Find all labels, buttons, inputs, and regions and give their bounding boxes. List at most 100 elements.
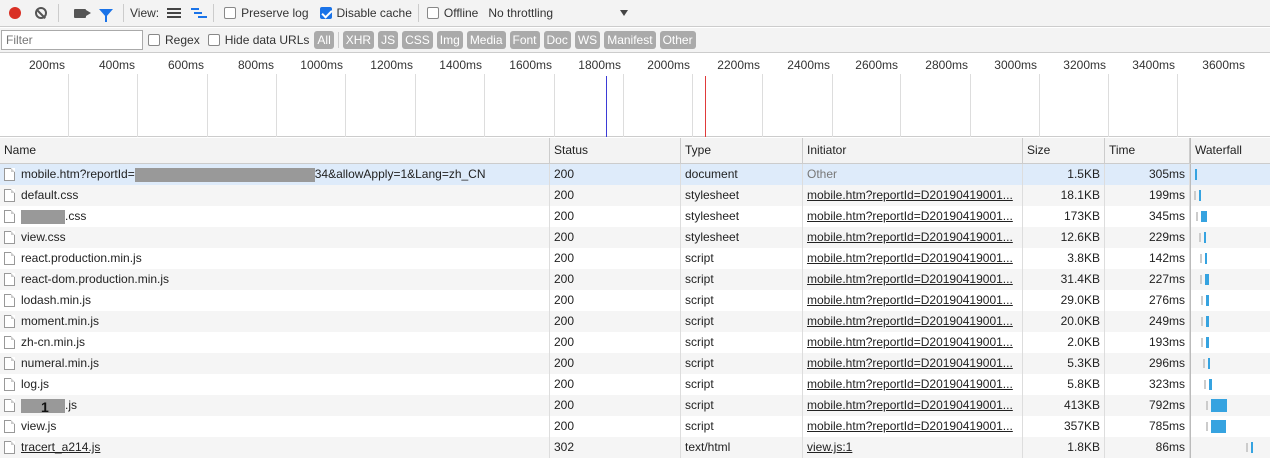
file-icon	[4, 378, 15, 391]
waterfall-bar	[1205, 253, 1207, 264]
screenshot-button[interactable]	[69, 2, 91, 24]
large-rows-icon[interactable]	[167, 8, 182, 18]
table-row[interactable]: zh-cn.min.js 200 script mobile.htm?reportId…	[0, 332, 1270, 353]
preserve-log-box[interactable]	[224, 7, 237, 19]
table-row[interactable]: tracert_a214.js 302 text/html view.js:1 1.8K…	[0, 437, 1270, 458]
filter-toggle-button[interactable]	[95, 2, 117, 24]
cell-initiator[interactable]: mobile.htm?reportId=D20190419001...	[803, 353, 1023, 374]
cell-name[interactable]: 1 .js	[0, 395, 550, 416]
timeline-tick-label: 3000ms	[994, 58, 1037, 72]
regex-box[interactable]	[148, 34, 160, 46]
waterfall-bar	[1208, 358, 1210, 369]
table-row[interactable]: 1 .js 200 script mobile.htm?reportId=D201904…	[0, 395, 1270, 416]
type-filter-other[interactable]: Other	[659, 31, 696, 49]
cell-waterfall[interactable]	[1190, 227, 1270, 248]
type-filter-doc[interactable]: Doc	[543, 31, 571, 49]
cell-name[interactable]: numeral.min.js	[0, 353, 550, 374]
clear-button[interactable]	[30, 2, 52, 24]
cell-name[interactable]: view.js	[0, 416, 550, 437]
toolbar-divider	[123, 4, 124, 22]
table-row[interactable]: .css 200 stylesheet mobile.htm?reportId=D20…	[0, 206, 1270, 227]
cell-waterfall[interactable]	[1190, 374, 1270, 395]
type-filter-img[interactable]: Img	[436, 31, 463, 49]
cell-waterfall[interactable]	[1190, 353, 1270, 374]
file-icon	[4, 252, 15, 265]
column-header-initiator[interactable]: Initiator	[803, 138, 1023, 163]
filter-input[interactable]	[1, 30, 143, 50]
cell-initiator[interactable]: mobile.htm?reportId=D20190419001...	[803, 185, 1023, 206]
hide-data-urls-checkbox[interactable]: Hide data URLs	[207, 33, 309, 47]
cell-name[interactable]: .css	[0, 206, 550, 227]
offline-box[interactable]	[426, 7, 439, 19]
cell-name[interactable]: lodash.min.js	[0, 290, 550, 311]
column-header-name[interactable]: Name	[0, 138, 550, 163]
column-header-type[interactable]: Type	[681, 138, 803, 163]
type-filter-ws[interactable]: WS	[574, 31, 601, 49]
disable-cache-box[interactable]	[319, 7, 332, 19]
timeline-overview[interactable]: 200ms 400ms 600ms 800ms 1000ms 1200ms 1400ms 16…	[0, 54, 1270, 137]
cell-initiator[interactable]: mobile.htm?reportId=D20190419001...	[803, 374, 1023, 395]
cell-waterfall[interactable]	[1190, 437, 1270, 458]
cell-name[interactable]: zh-cn.min.js	[0, 332, 550, 353]
type-filter-css[interactable]: CSS	[402, 31, 433, 49]
request-name-start: default.css	[21, 188, 79, 202]
record-button[interactable]	[4, 2, 26, 24]
table-row[interactable]: view.js 200 script mobile.htm?reportId=D201…	[0, 416, 1270, 437]
cell-waterfall[interactable]	[1190, 269, 1270, 290]
cell-name[interactable]: default.css	[0, 185, 550, 206]
cell-initiator[interactable]: mobile.htm?reportId=D20190419001...	[803, 227, 1023, 248]
request-name: 1 .js	[21, 395, 77, 416]
table-row[interactable]: lodash.min.js 200 script mobile.htm?reportI…	[0, 290, 1270, 311]
type-filter-xhr[interactable]: XHR	[342, 31, 375, 49]
cell-initiator[interactable]: mobile.htm?reportId=D20190419001...	[803, 416, 1023, 437]
table-row[interactable]: moment.min.js 200 script mobile.htm?reportI…	[0, 311, 1270, 332]
cell-initiator[interactable]: mobile.htm?reportId=D20190419001...	[803, 311, 1023, 332]
cell-waterfall[interactable]	[1190, 311, 1270, 332]
column-header-size[interactable]: Size	[1023, 138, 1105, 163]
cell-name[interactable]: tracert_a214.js	[0, 437, 550, 458]
cell-initiator[interactable]: mobile.htm?reportId=D20190419001...	[803, 395, 1023, 416]
cell-initiator[interactable]: mobile.htm?reportId=D20190419001...	[803, 269, 1023, 290]
disable-cache-checkbox[interactable]: Disable cache	[319, 6, 412, 20]
waterfall-view-icon[interactable]	[191, 7, 208, 19]
column-header-status[interactable]: Status	[550, 138, 681, 163]
cell-name[interactable]: react.production.min.js	[0, 248, 550, 269]
cell-name[interactable]: moment.min.js	[0, 311, 550, 332]
type-filter-font[interactable]: Font	[509, 31, 540, 49]
hide-data-urls-box[interactable]	[207, 34, 220, 46]
cell-waterfall[interactable]	[1190, 290, 1270, 311]
cell-waterfall[interactable]	[1190, 395, 1270, 416]
column-header-time[interactable]: Time	[1105, 138, 1190, 163]
table-row[interactable]: numeral.min.js 200 script mobile.htm?report…	[0, 353, 1270, 374]
cell-waterfall[interactable]	[1190, 164, 1270, 185]
cell-initiator[interactable]: view.js:1	[803, 437, 1023, 458]
cell-initiator[interactable]: mobile.htm?reportId=D20190419001...	[803, 206, 1023, 227]
type-filter-media[interactable]: Media	[466, 31, 506, 49]
cell-waterfall[interactable]	[1190, 416, 1270, 437]
cell-waterfall[interactable]	[1190, 332, 1270, 353]
cell-waterfall[interactable]	[1190, 206, 1270, 227]
column-header-waterfall[interactable]: Waterfall	[1190, 138, 1270, 163]
table-row[interactable]: view.css 200 stylesheet mobile.htm?reportId…	[0, 227, 1270, 248]
table-row[interactable]: mobile.htm?reportId= 34&allowApply=1&Lang…	[0, 164, 1270, 185]
offline-checkbox[interactable]: Offline	[426, 6, 478, 20]
table-row[interactable]: log.js 200 script mobile.htm?reportId=D2019…	[0, 374, 1270, 395]
type-filter-manifest[interactable]: Manifest	[604, 31, 656, 49]
cell-name[interactable]: mobile.htm?reportId= 34&allowApply=1&Lang…	[0, 164, 550, 185]
preserve-log-checkbox[interactable]: Preserve log	[224, 6, 309, 20]
regex-checkbox[interactable]: Regex	[148, 33, 200, 47]
cell-name[interactable]: log.js	[0, 374, 550, 395]
cell-name[interactable]: view.css	[0, 227, 550, 248]
cell-waterfall[interactable]	[1190, 185, 1270, 206]
table-row[interactable]: react-dom.production.min.js 200 script mobi…	[0, 269, 1270, 290]
cell-initiator[interactable]: mobile.htm?reportId=D20190419001...	[803, 332, 1023, 353]
throttling-select[interactable]: No throttling	[488, 6, 629, 20]
type-filter-all[interactable]: All	[314, 31, 334, 49]
cell-waterfall[interactable]	[1190, 248, 1270, 269]
table-row[interactable]: default.css 200 stylesheet mobile.htm?repor…	[0, 185, 1270, 206]
table-row[interactable]: react.production.min.js 200 script mobile.h…	[0, 248, 1270, 269]
cell-initiator[interactable]: mobile.htm?reportId=D20190419001...	[803, 290, 1023, 311]
cell-name[interactable]: react-dom.production.min.js	[0, 269, 550, 290]
type-filter-js[interactable]: JS	[378, 31, 399, 49]
cell-initiator[interactable]: mobile.htm?reportId=D20190419001...	[803, 248, 1023, 269]
